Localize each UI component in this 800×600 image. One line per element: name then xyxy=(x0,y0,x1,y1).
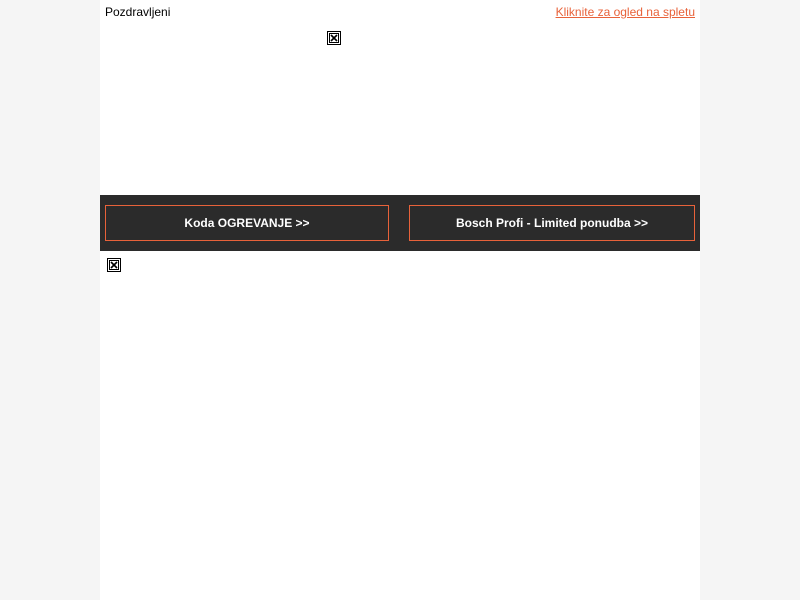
broken-image-icon[interactable] xyxy=(327,31,341,45)
email-header: Pozdravljeni Kliknite za ogled na spletu xyxy=(100,0,700,24)
bosch-profi-offer-button[interactable]: Bosch Profi - Limited ponudba >> xyxy=(409,205,695,241)
greeting-text: Pozdravljeni xyxy=(105,5,171,19)
view-online-link[interactable]: Kliknite za ogled na spletu xyxy=(556,5,695,19)
email-body: Pozdravljeni Kliknite za ogled na spletu… xyxy=(100,0,700,600)
koda-ogrevanje-button[interactable]: Koda OGREVANJE >> xyxy=(105,205,389,241)
broken-image-icon[interactable] xyxy=(107,258,121,272)
cta-bar: Koda OGREVANJE >> Bosch Profi - Limited … xyxy=(100,195,700,251)
